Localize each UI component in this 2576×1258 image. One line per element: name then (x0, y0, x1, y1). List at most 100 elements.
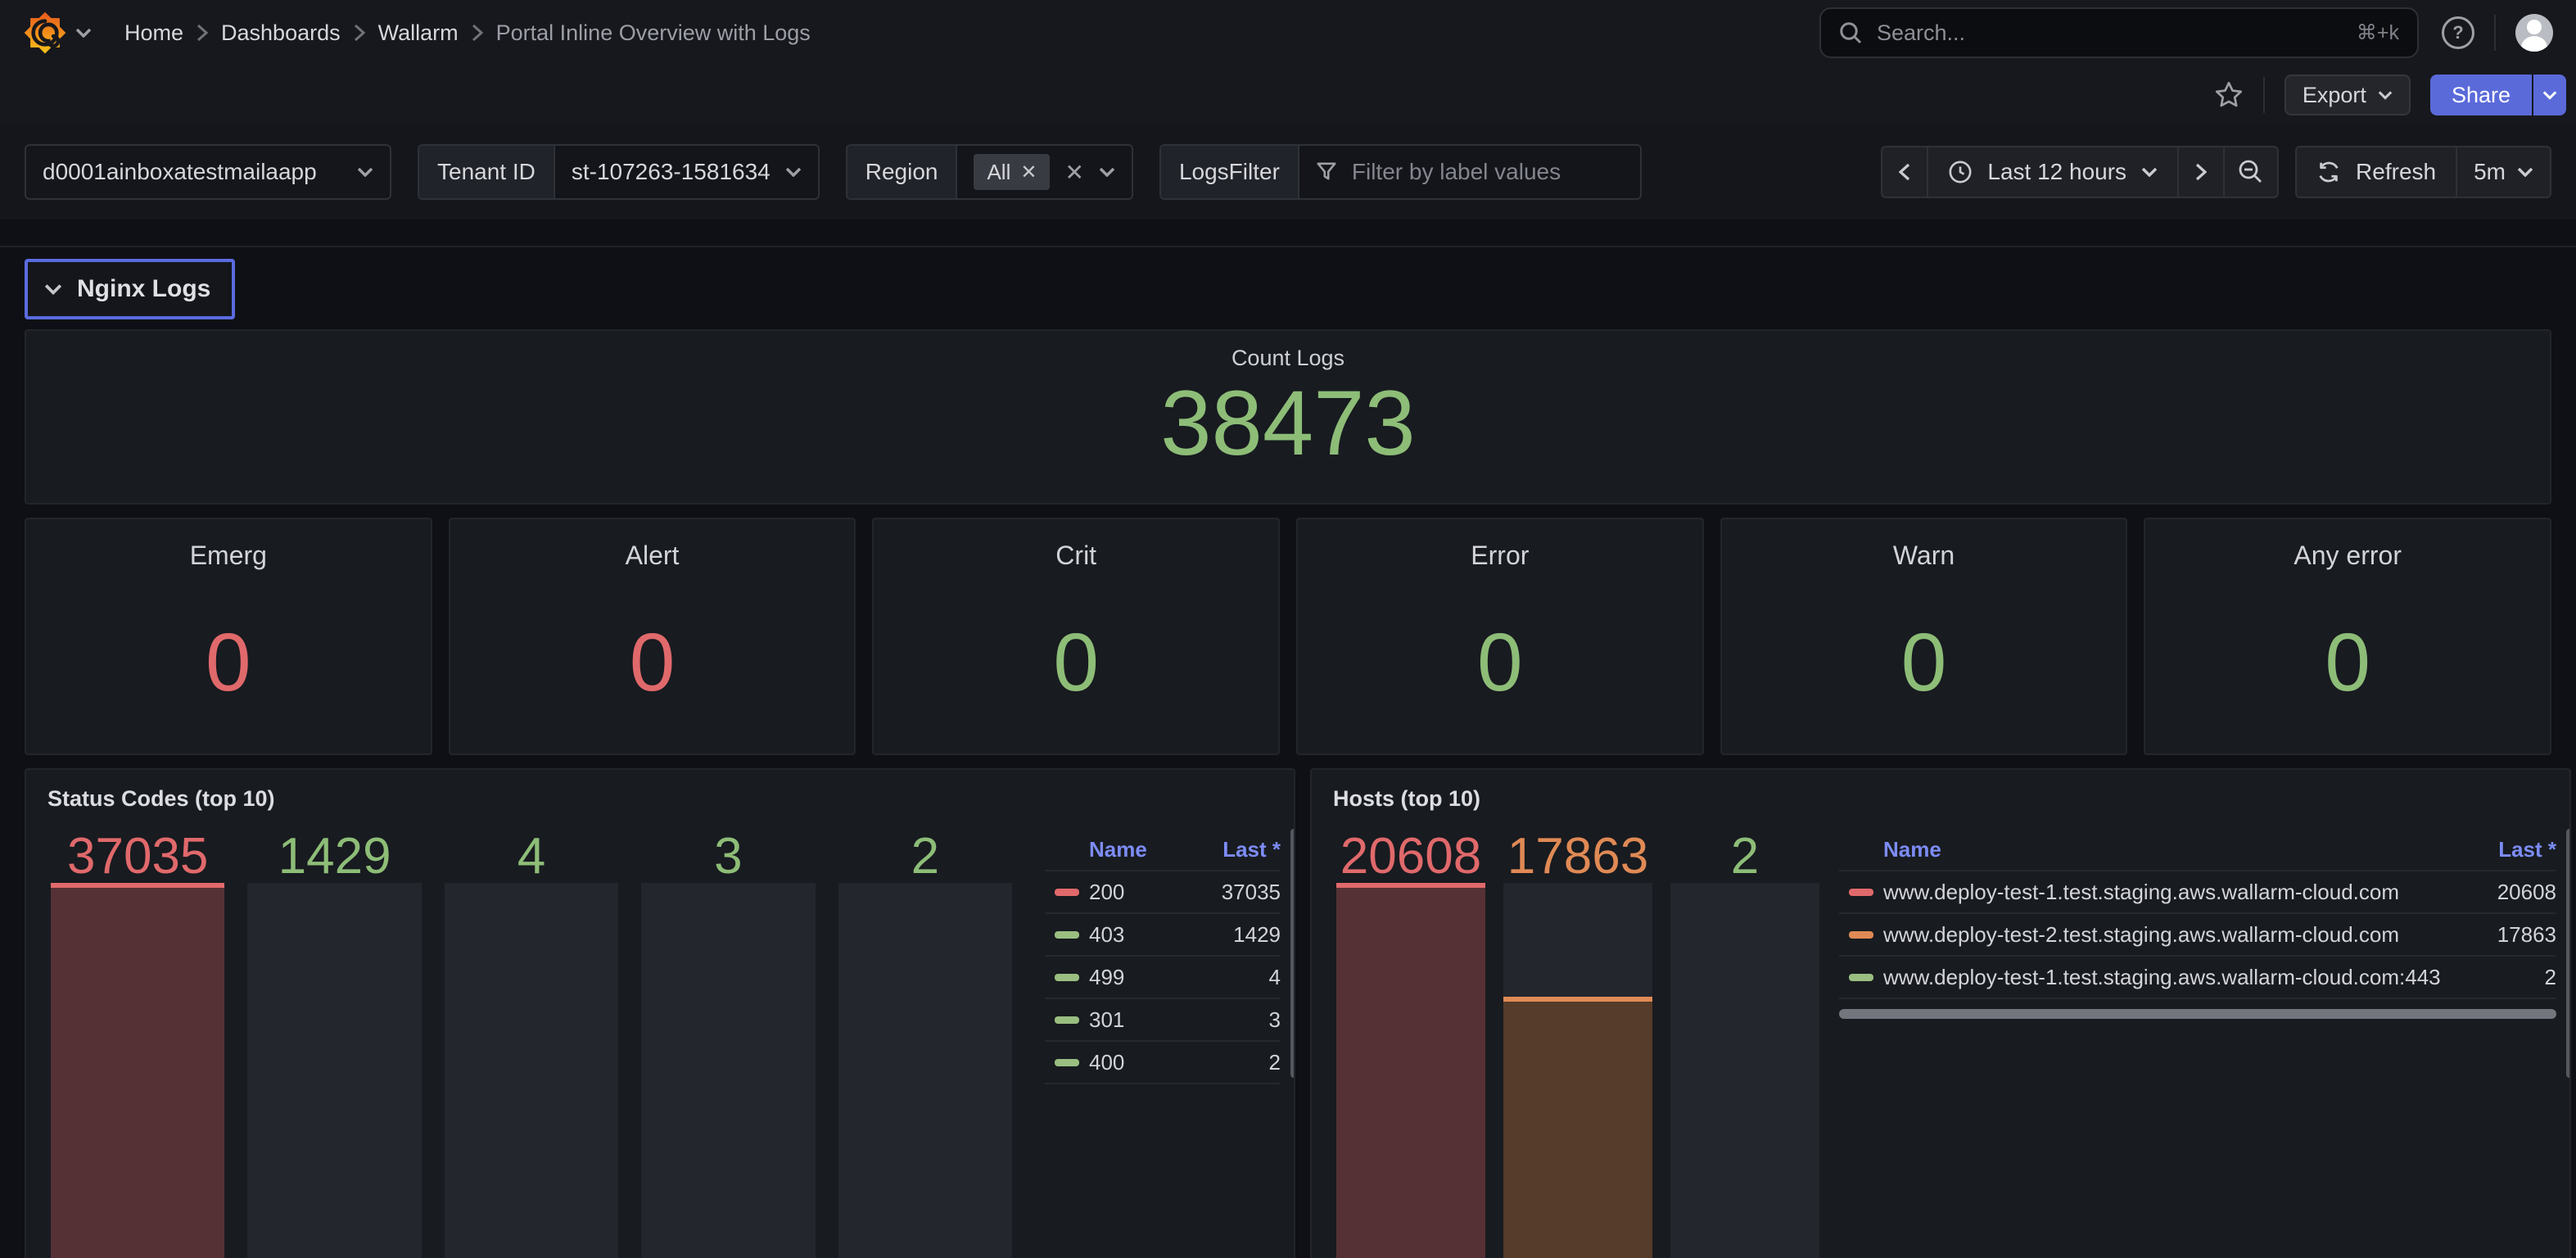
grafana-logo-icon[interactable] (23, 11, 67, 55)
refresh-interval-dropdown[interactable]: 5m (2456, 146, 2551, 198)
legend-name[interactable]: www.deploy-test-1.test.staging.aws.walla… (1883, 880, 2497, 905)
region-chip-value: All (987, 160, 1010, 185)
region-chip[interactable]: All ✕ (974, 154, 1050, 190)
legend-column-last[interactable]: Last * (2498, 837, 2556, 862)
logs-filter-label: LogsFilter (1161, 146, 1299, 198)
legend-value: 4 (1269, 965, 1281, 990)
legend-scrollbar[interactable] (1290, 829, 1295, 1078)
export-label: Export (2303, 83, 2366, 108)
breadcrumb-dashboards[interactable]: Dashboards (221, 20, 341, 46)
panel-title[interactable]: Any error (2294, 541, 2402, 571)
bar-track (445, 883, 618, 1258)
panel-title[interactable]: Count Logs (1232, 346, 1344, 371)
search-input[interactable]: Search... ⌘+k (1819, 7, 2419, 58)
app-variable-dropdown[interactable]: d0001ainboxatestmailaapp (25, 144, 391, 200)
stat-panels-row: Emerg 0 Alert 0 Crit 0 Error 0 Warn 0 An… (25, 518, 2551, 755)
bar-value: 1429 (247, 829, 421, 883)
logs-filter-placeholder: Filter by label values (1352, 159, 1561, 185)
bar-track (1670, 883, 1819, 1258)
legend-value: 17863 (2497, 922, 2556, 948)
org-switcher-chevron-icon[interactable] (75, 28, 92, 38)
legend-name[interactable]: 301 (1089, 1007, 1269, 1033)
share-split-button: Share (2430, 75, 2566, 115)
refresh-label: Refresh (2356, 159, 2436, 185)
legend-column-last[interactable]: Last * (1222, 837, 1281, 862)
breadcrumb-current-page: Portal Inline Overview with Logs (496, 20, 811, 46)
chip-remove-icon[interactable]: ✕ (1020, 161, 1037, 184)
legend-name[interactable]: www.deploy-test-2.test.staging.aws.walla… (1883, 922, 2497, 948)
legend-row: www.deploy-test-1.test.staging.aws.walla… (1839, 871, 2556, 914)
panel-title[interactable]: Status Codes (top 10) (47, 786, 275, 812)
chevron-right-icon (354, 24, 365, 42)
zoom-out-icon[interactable] (2223, 146, 2279, 198)
help-icon[interactable]: ? (2442, 16, 2474, 49)
legend-name[interactable]: 400 (1089, 1050, 1269, 1075)
series-color-indicator (1849, 931, 1873, 939)
chevron-down-icon (2517, 167, 2533, 177)
legend-name[interactable]: www.deploy-test-1.test.staging.aws.walla… (1883, 965, 2545, 990)
legend-scrollbar[interactable] (2566, 829, 2571, 1078)
export-button[interactable]: Export (2285, 75, 2411, 115)
share-chevron-button[interactable] (2533, 75, 2566, 115)
chevron-down-icon (785, 167, 802, 177)
share-button[interactable]: Share (2430, 75, 2532, 115)
avatar[interactable] (2515, 14, 2553, 52)
legend-value: 2 (2545, 965, 2556, 990)
legend-table: Name Last * www.deploy-test-1.test.stagi… (1839, 829, 2556, 1258)
bar-column: 20608 (1336, 829, 1485, 1258)
panel-alert: Alert 0 (449, 518, 856, 755)
time-range-button[interactable]: Last 12 hours (1927, 146, 2179, 198)
legend-name[interactable]: 200 (1089, 880, 1222, 905)
row-header-nginx-logs[interactable]: Nginx Logs (25, 259, 235, 319)
refresh-icon (2316, 160, 2341, 184)
panel-any-error: Any error 0 (2144, 518, 2551, 755)
clear-selection-icon[interactable]: ✕ (1064, 159, 1083, 186)
legend-value: 37035 (1222, 880, 1281, 905)
legend-column-name[interactable]: Name (1089, 837, 1222, 862)
legend-column-name[interactable]: Name (1883, 837, 2498, 862)
tenant-id-dropdown[interactable]: Tenant ID st-107263-1581634 (418, 144, 820, 200)
time-shift-forward-button[interactable] (2177, 146, 2225, 198)
bar-track (641, 883, 815, 1258)
stat-value: 0 (206, 571, 251, 753)
grafana-dashboard: Home Dashboards Wallarm Portal Inline Ov… (0, 0, 2576, 1258)
bar-track (247, 883, 421, 1258)
legend-name[interactable]: 403 (1089, 922, 1233, 948)
series-color-indicator (1055, 931, 1079, 939)
panel-count-logs: Count Logs 38473 (25, 329, 2551, 505)
search-shortcut: ⌘+k (2357, 20, 2399, 45)
stat-value: 0 (2325, 571, 2370, 753)
time-range-label: Last 12 hours (1987, 159, 2126, 185)
star-icon[interactable] (2214, 80, 2244, 110)
legend-row: www.deploy-test-1.test.staging.aws.walla… (1839, 957, 2556, 999)
panel-title[interactable]: Emerg (190, 541, 267, 571)
legend-row: www.deploy-test-2.test.staging.aws.walla… (1839, 914, 2556, 957)
panel-title[interactable]: Hosts (top 10) (1333, 786, 1480, 812)
stat-value: 0 (1901, 571, 1947, 753)
bar-column: 2 (838, 829, 1012, 1258)
bar-track (1336, 883, 1485, 1258)
time-shift-back-button[interactable] (1881, 146, 1928, 198)
legend-horizontal-scrollbar[interactable] (1839, 1009, 2556, 1019)
divider (2494, 15, 2496, 51)
app-variable-value: d0001ainboxatestmailaapp (43, 159, 317, 185)
bar-column: 3 (641, 829, 815, 1258)
panel-title[interactable]: Warn (1893, 541, 1955, 571)
breadcrumb-folder[interactable]: Wallarm (378, 20, 459, 46)
legend-name[interactable]: 499 (1089, 965, 1269, 990)
panel-crit: Crit 0 (872, 518, 1280, 755)
bar-fill (1336, 883, 1485, 1258)
panel-title[interactable]: Error (1471, 541, 1529, 571)
divider (2263, 77, 2265, 113)
legend-header: Name Last * (1839, 829, 2556, 871)
region-dropdown[interactable]: Region All ✕ ✕ (846, 144, 1133, 200)
search-placeholder: Search... (1877, 20, 1965, 46)
logs-filter-input[interactable]: LogsFilter Filter by label values (1159, 144, 1642, 200)
bar-column: 37035 (51, 829, 224, 1258)
panel-warn: Warn 0 (1720, 518, 2128, 755)
panel-title[interactable]: Crit (1055, 541, 1096, 571)
panel-title[interactable]: Alert (626, 541, 680, 571)
bar-track (838, 883, 1012, 1258)
breadcrumb-home[interactable]: Home (124, 20, 183, 46)
refresh-button[interactable]: Refresh (2295, 146, 2457, 198)
